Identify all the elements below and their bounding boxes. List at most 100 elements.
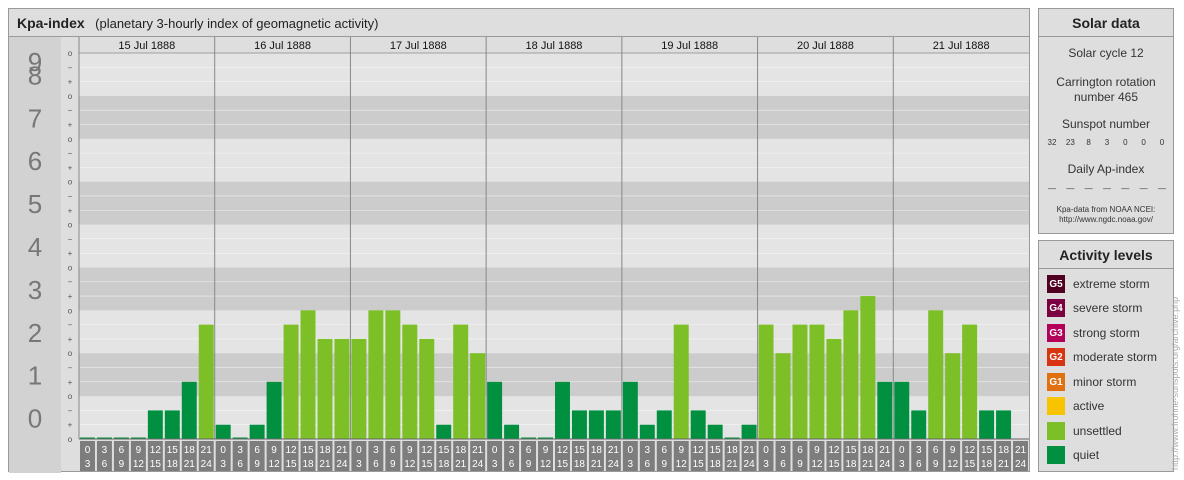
interval-start-label: 0 [356, 445, 362, 456]
kpa-bar [588, 410, 604, 439]
kpa-bar [368, 310, 384, 439]
kpa-bar [215, 424, 231, 439]
solar-data-title: Solar data [1039, 9, 1173, 37]
kpa-bar [758, 324, 774, 439]
interval-end-label: 24 [472, 459, 484, 470]
interval-start-label: 12 [693, 445, 705, 456]
interval-start-label: 21 [201, 445, 213, 456]
y-minor-tick: o [68, 392, 73, 401]
interval-start-label: 18 [998, 445, 1010, 456]
interval-end-label: 15 [828, 459, 840, 470]
interval-end-label: 21 [998, 459, 1010, 470]
legend-item-strong-storm: G3 strong storm [1047, 324, 1140, 342]
interval-end-label: 12 [269, 459, 281, 470]
interval-start-label: 3 [509, 445, 515, 456]
legend-label: severe storm [1073, 301, 1143, 315]
legend-swatch: G5 [1047, 275, 1065, 293]
interval-end-label: 3 [85, 459, 91, 470]
interval-start-label: 18 [862, 445, 874, 456]
kpa-bar [673, 324, 689, 439]
interval-end-label: 24 [201, 459, 213, 470]
chart-title: Kpa-index [17, 15, 85, 31]
interval-start-label: 3 [237, 445, 243, 456]
interval-end-label: 24 [608, 459, 620, 470]
interval-start-label: 15 [438, 445, 450, 456]
interval-end-label: 3 [628, 459, 634, 470]
y-minor-tick: − [68, 321, 73, 330]
y-minor-tick: o [68, 49, 73, 58]
interval-end-label: 18 [167, 459, 179, 470]
kpa-bar [436, 424, 452, 439]
row-band [79, 267, 1029, 311]
legend-swatch: G3 [1047, 324, 1065, 342]
interval-end-label: 18 [981, 459, 993, 470]
y-minor-tick: + [68, 378, 73, 387]
legend-label: moderate storm [1073, 350, 1158, 364]
interval-end-label: 9 [390, 459, 396, 470]
interval-end-label: 15 [285, 459, 297, 470]
kpa-bar [809, 324, 825, 439]
interval-start-label: 12 [285, 445, 297, 456]
interval-start-label: 3 [102, 445, 108, 456]
interval-start-label: 0 [220, 445, 226, 456]
kpa-bar [860, 296, 876, 439]
interval-start-label: 0 [492, 445, 498, 456]
legend-label: strong storm [1073, 326, 1140, 340]
interval-end-label: 3 [356, 459, 362, 470]
interval-end-label: 21 [862, 459, 874, 470]
legend-swatch: G2 [1047, 348, 1065, 366]
interval-end-label: 15 [557, 459, 569, 470]
interval-end-label: 3 [220, 459, 226, 470]
kpa-bar [249, 424, 265, 439]
interval-start-label: 15 [167, 445, 179, 456]
interval-end-label: 9 [119, 459, 125, 470]
day-label: 21 Jul 1888 [933, 40, 990, 52]
kpa-bar [741, 424, 757, 439]
kpa-bar [928, 310, 944, 439]
kpa-bar [996, 410, 1012, 439]
chart-subtitle: (planetary 3-hourly index of geomagnetic… [95, 16, 379, 31]
source-link[interactable]: http://www.ngdc.noaa.gov/ [1039, 215, 1173, 225]
interval-start-label: 6 [526, 445, 532, 456]
y-minor-tick: + [68, 78, 73, 87]
y-minor-tick: o [68, 263, 73, 272]
kpa-bar [351, 338, 367, 439]
kpa-bar [894, 381, 910, 439]
interval-start-label: 15 [302, 445, 314, 456]
kpa-bar [792, 324, 808, 439]
day-label: 16 Jul 1888 [254, 40, 311, 52]
y-minor-tick: o [68, 435, 73, 444]
y-minor-tick: − [68, 192, 73, 201]
kpa-bar [198, 324, 214, 439]
interval-end-label: 24 [744, 459, 756, 470]
y-tick-label: 1 [28, 361, 42, 391]
y-minor-tick: + [68, 206, 73, 215]
kpa-bar [334, 338, 350, 439]
interval-start-label: 0 [628, 445, 634, 456]
kpa-bar [147, 410, 163, 439]
kpa-bar [707, 424, 723, 439]
interval-start-label: 9 [814, 445, 820, 456]
y-tick-label: 0 [28, 404, 42, 434]
sunspot-value: 32 [1047, 138, 1057, 147]
y-minor-tick: o [68, 135, 73, 144]
interval-end-label: 18 [438, 459, 450, 470]
day-label: 15 Jul 1888 [118, 40, 175, 52]
kpa-bar [690, 410, 706, 439]
interval-start-label: 9 [136, 445, 142, 456]
interval-end-label: 6 [780, 459, 786, 470]
ap-value: — [1139, 184, 1148, 193]
legend-swatch [1047, 397, 1065, 415]
y-tick-label: 7 [28, 103, 42, 133]
interval-end-label: 3 [763, 459, 769, 470]
sunspot-values: 32 23 8 3 0 0 0 [1043, 138, 1171, 147]
legend-swatch: G1 [1047, 373, 1065, 391]
interval-start-label: 6 [797, 445, 803, 456]
legend-swatch [1047, 422, 1065, 440]
interval-end-label: 6 [645, 459, 651, 470]
kpa-bar [385, 310, 401, 439]
y-minor-tick: o [68, 92, 73, 101]
kpa-bar [622, 381, 638, 439]
y-minor-tick: + [68, 335, 73, 344]
ap-value: — [1102, 184, 1111, 193]
